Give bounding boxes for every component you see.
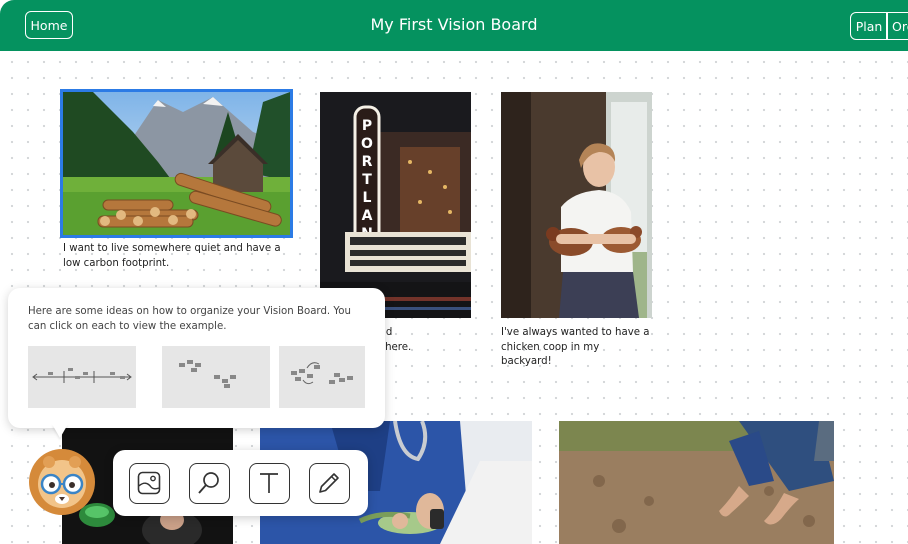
image-icon: [137, 471, 161, 495]
organize-button[interactable]: Org: [886, 12, 908, 40]
svg-text:P: P: [362, 118, 372, 134]
portland-theater-photo[interactable]: PORT LAN: [320, 92, 471, 318]
svg-text:L: L: [363, 190, 372, 206]
tip-pointer: [52, 424, 68, 438]
tool-palette: [113, 450, 368, 516]
grouped-layout-option[interactable]: [162, 346, 270, 408]
mountain-cabin-photo[interactable]: [60, 89, 293, 238]
pencil-icon: [319, 473, 339, 493]
search-icon: [198, 472, 219, 494]
plan-button[interactable]: Plan: [850, 12, 888, 40]
lion-mascot-avatar[interactable]: [27, 446, 97, 516]
svg-text:A: A: [362, 208, 373, 224]
svg-text:O: O: [361, 136, 373, 152]
timeline-layout-option[interactable]: [28, 346, 136, 408]
search-tool-button[interactable]: [189, 463, 230, 504]
tip-text: Here are some ideas on how to organize y…: [28, 306, 351, 332]
organize-tip-popup: Here are some ideas on how to organize y…: [8, 288, 385, 428]
page-title: My First Vision Board: [370, 15, 538, 34]
text-icon: [260, 473, 278, 493]
svg-text:T: T: [362, 172, 372, 188]
clustered-layout-option[interactable]: [279, 346, 365, 408]
text-tool-button[interactable]: [249, 463, 290, 504]
card-caption: I've always wanted to have a chicken coo…: [501, 327, 650, 367]
pencil-tool-button[interactable]: [309, 463, 350, 504]
image-tool-button[interactable]: [129, 463, 170, 504]
card-caption: I want to live somewhere quiet and have …: [63, 243, 281, 269]
svg-text:R: R: [362, 154, 373, 170]
top-bar: Home My First Vision Board Plan Org: [0, 0, 908, 51]
planting-soil-photo[interactable]: [559, 421, 834, 544]
girl-chickens-photo[interactable]: [501, 92, 652, 318]
